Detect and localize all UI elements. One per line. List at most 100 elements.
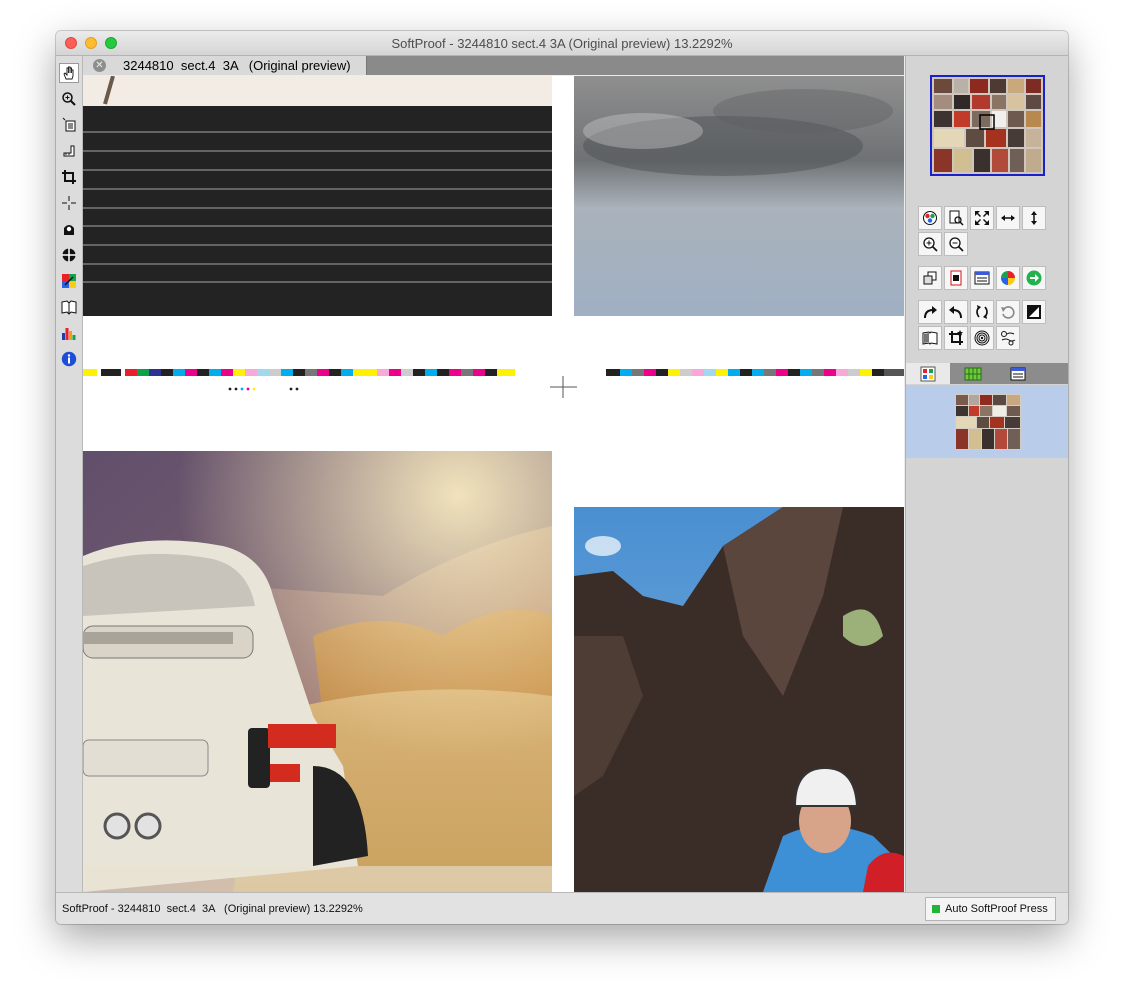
- status-text: SoftProof - 3244810 sect.4 3A (Original …: [62, 903, 363, 915]
- crosshair-tool[interactable]: [59, 193, 79, 213]
- info-tool[interactable]: [59, 349, 79, 369]
- overlay-icon: [923, 271, 937, 285]
- hand-tool[interactable]: [59, 63, 79, 83]
- car-photo: [83, 451, 552, 892]
- redo-button[interactable]: [918, 300, 942, 324]
- striped-panel: [83, 76, 552, 316]
- preview-canvas[interactable]: [83, 76, 904, 892]
- blurred-photo: [574, 76, 904, 316]
- color-wheel-icon: [923, 211, 937, 225]
- hand-icon: [63, 66, 74, 80]
- fit-screen-icon: [975, 211, 989, 225]
- next-green-button[interactable]: [1022, 266, 1046, 290]
- book-icon: [61, 300, 77, 315]
- tab-list[interactable]: [996, 363, 1040, 384]
- zoom-out-icon: [949, 237, 964, 252]
- color-circle-icon: [1001, 271, 1015, 285]
- target-button[interactable]: [970, 326, 994, 350]
- document-tab-label: 3244810 sect.4 3A (Original preview): [123, 58, 351, 73]
- info-icon: [61, 351, 77, 367]
- tab-pages-grid[interactable]: [906, 363, 950, 384]
- panel-list-icon: [974, 271, 990, 285]
- auto-softproof-press-label: Auto SoftProof Press: [945, 903, 1048, 915]
- undo-button[interactable]: [944, 300, 968, 324]
- fit-width-icon: [1001, 215, 1015, 221]
- redo-icon: [924, 306, 937, 319]
- fit-height-button[interactable]: [1022, 206, 1046, 230]
- page-thumbnail[interactable]: [955, 394, 1021, 450]
- fit-width-button[interactable]: [996, 206, 1020, 230]
- histogram-tool[interactable]: [59, 323, 79, 343]
- rotate-back-icon: [1001, 306, 1015, 319]
- book-open-icon: [922, 331, 938, 345]
- crop-tool[interactable]: [59, 167, 79, 187]
- tools-palette: [56, 56, 83, 892]
- registration-tool[interactable]: [59, 245, 79, 265]
- rotate-icon: [976, 305, 988, 319]
- separations-button[interactable]: [996, 326, 1020, 350]
- color-bar-left: [83, 369, 515, 391]
- color-wheel-button[interactable]: [918, 206, 942, 230]
- window-title: SoftProof - 3244810 sect.4 3A (Original …: [391, 36, 733, 51]
- navigator-preview-image: [932, 77, 1043, 174]
- book-open-button[interactable]: [918, 326, 942, 350]
- tab-layout[interactable]: [951, 363, 995, 384]
- softproof-window: SoftProof - 3244810 sect.4 3A (Original …: [56, 31, 1068, 924]
- tab-close-icon[interactable]: ✕: [93, 59, 106, 72]
- zoom-out-button[interactable]: [944, 232, 968, 256]
- panel-tab-bar: [906, 363, 1068, 384]
- list-window-icon: [1010, 367, 1026, 380]
- page-select-tool[interactable]: [59, 115, 79, 135]
- navigator-thumbnail[interactable]: [930, 75, 1045, 176]
- color-bar-right: [606, 369, 904, 376]
- target-icon: [974, 330, 990, 346]
- page-red-button[interactable]: [944, 266, 968, 290]
- proof-sheet: [83, 76, 904, 892]
- next-green-icon: [1026, 270, 1042, 286]
- page-zoom-button[interactable]: [944, 206, 968, 230]
- crop-icon: [62, 170, 76, 184]
- crosshair-icon: [62, 196, 76, 210]
- contrast-icon: [1027, 305, 1041, 319]
- page-red-icon: [950, 270, 962, 286]
- auto-softproof-press-button[interactable]: Auto SoftProof Press: [925, 897, 1056, 921]
- zoom-tool[interactable]: [59, 89, 79, 109]
- crop-star-icon: [949, 330, 963, 345]
- panel-list-button[interactable]: [970, 266, 994, 290]
- document-tab-bar: ✕ 3244810 sect.4 3A (Original preview): [83, 56, 904, 75]
- fit-screen-button[interactable]: [970, 206, 994, 230]
- fit-height-icon: [1031, 211, 1037, 225]
- zoom-in-button[interactable]: [918, 232, 942, 256]
- color-picker-icon: [62, 274, 76, 288]
- climber-photo: [574, 507, 904, 892]
- measure-icon: [63, 145, 75, 157]
- crop-star-button[interactable]: [944, 326, 968, 350]
- registration-mark: [550, 376, 577, 398]
- zoom-in-icon: [923, 237, 938, 252]
- layout-green-icon: [964, 367, 982, 380]
- histogram-icon: [62, 328, 76, 340]
- contrast-button[interactable]: [1022, 300, 1046, 324]
- rotate-back-button[interactable]: [996, 300, 1020, 324]
- page-zoom-icon: [949, 210, 964, 226]
- separations-icon: [1001, 331, 1016, 346]
- rotate-button[interactable]: [970, 300, 994, 324]
- status-bar: SoftProof - 3244810 sect.4 3A (Original …: [56, 892, 1068, 924]
- color-circle-button[interactable]: [996, 266, 1020, 290]
- measure-tool[interactable]: [59, 141, 79, 161]
- pages-grid-icon: [920, 366, 936, 381]
- stamp-icon: [64, 225, 74, 235]
- title-bar: SoftProof - 3244810 sect.4 3A (Original …: [56, 31, 1068, 56]
- page-select-icon: [62, 117, 76, 132]
- undo-icon: [949, 306, 962, 319]
- stamp-tool[interactable]: [59, 219, 79, 239]
- book-tool[interactable]: [59, 297, 79, 317]
- document-tab[interactable]: ✕ 3244810 sect.4 3A (Original preview): [83, 56, 367, 75]
- page-list: [906, 385, 1068, 458]
- color-picker-tool[interactable]: [59, 271, 79, 291]
- zoom-icon: [62, 92, 76, 106]
- overlay-button[interactable]: [918, 266, 942, 290]
- status-led-icon: [932, 905, 940, 913]
- registration-icon: [62, 248, 76, 262]
- navigator-panel: [905, 56, 1068, 892]
